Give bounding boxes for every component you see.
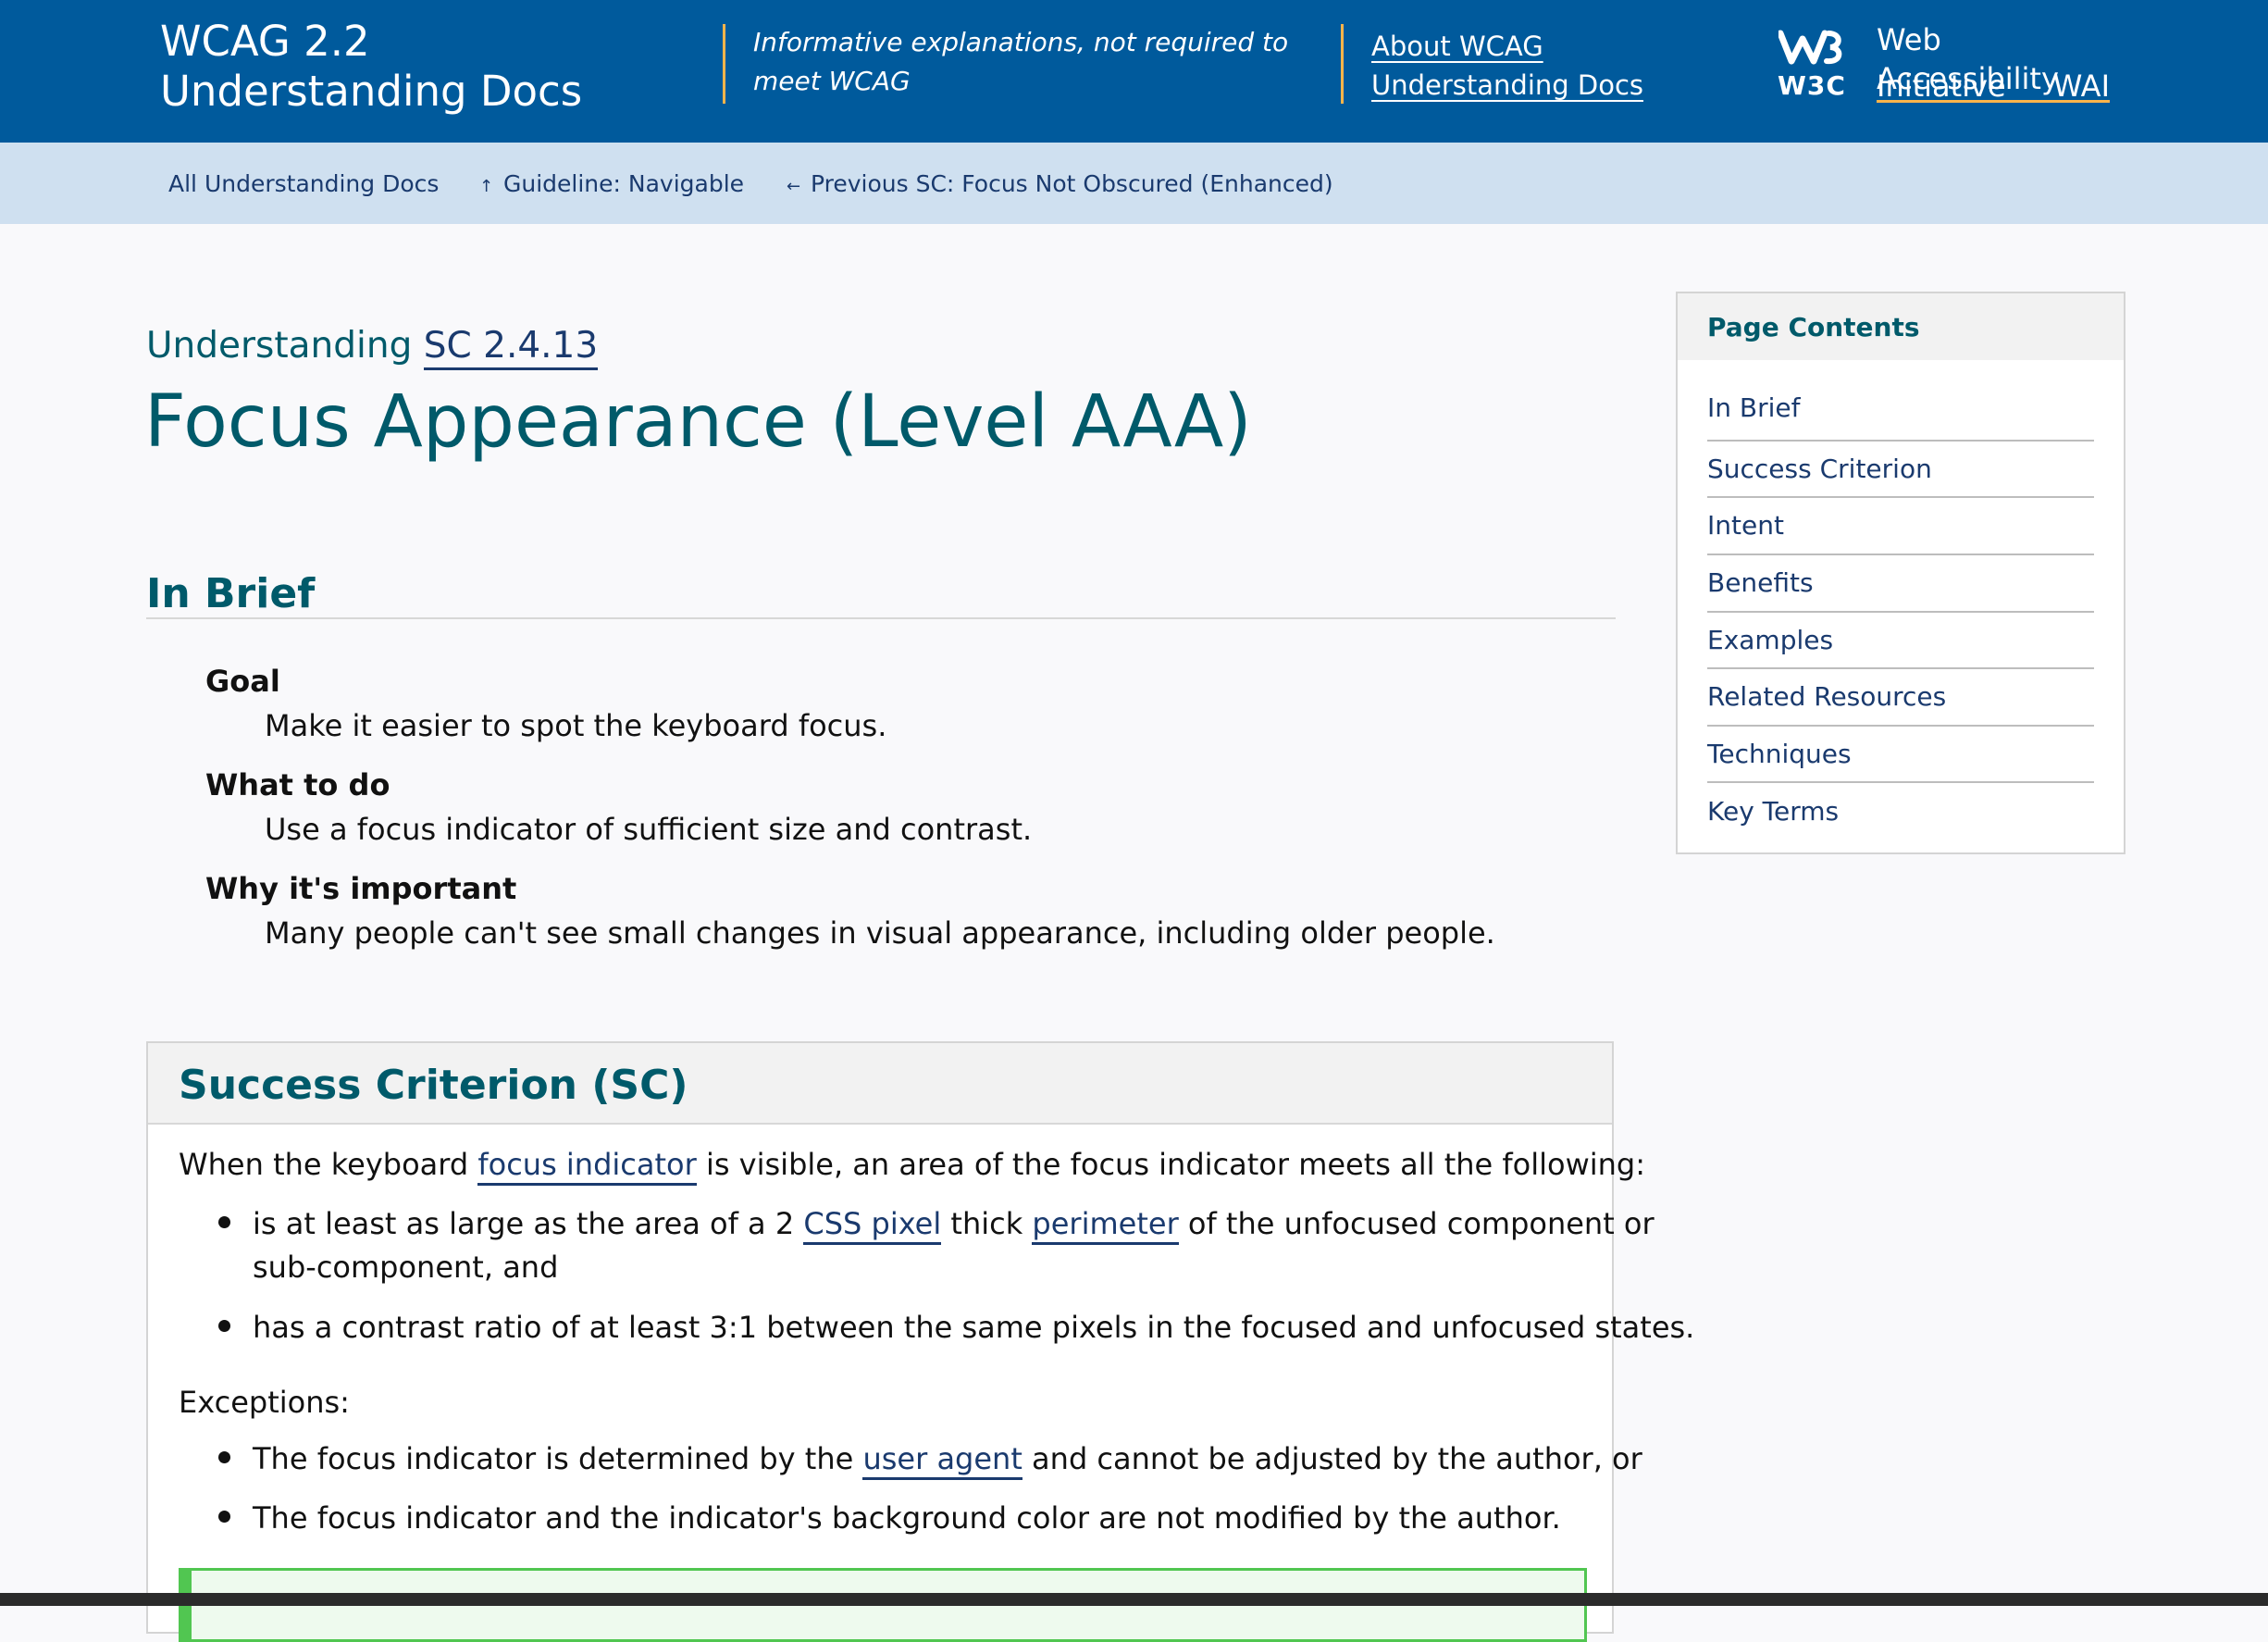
exception-1: The focus indicator is determined by the… (253, 1437, 1642, 1481)
toc-item-key-terms[interactable]: Key Terms (1707, 793, 2094, 849)
breadcrumb-previous-sc[interactable]: ← Previous SC: Focus Not Obscured (Enhanc… (787, 168, 1333, 203)
exception-text: The focus indicator is determined by the (253, 1441, 863, 1476)
w3c-label: W3C (1778, 70, 1846, 101)
site-header: WCAG 2.2 Understanding Docs Informative … (0, 0, 2268, 143)
breadcrumb-label: All Understanding Docs (168, 170, 440, 197)
bullet-icon (218, 1320, 230, 1332)
wai-subtitle[interactable]: Initiative WAI (1877, 67, 2110, 106)
exception-2: The focus indicator and the indicator's … (253, 1500, 1561, 1536)
breadcrumb-all-docs[interactable]: All Understanding Docs (168, 168, 439, 200)
understanding-prefix: Understanding (146, 325, 413, 367)
bullet-icon (218, 1216, 230, 1228)
toc-item-examples[interactable]: Examples (1707, 622, 2094, 678)
sc-bullet-1: is at least as large as the area of a 2 … (253, 1201, 1655, 1246)
header-tagline: Informative explanations, not required t… (753, 27, 1289, 96)
page-contents-sidebar: Page Contents In Brief Success Criterion… (1676, 292, 2125, 854)
perimeter-link[interactable]: perimeter (1032, 1206, 1179, 1245)
header-divider (1341, 24, 1344, 104)
brief-def-goal: Make it easier to spot the keyboard focu… (265, 708, 887, 743)
in-brief-heading: In Brief (146, 570, 316, 617)
sc-panel-header: Success Criterion (SC) (148, 1043, 1612, 1125)
brief-def-what: Use a focus indicator of sufficient size… (265, 812, 1033, 847)
toc-divider (1707, 725, 2094, 727)
header-divider (723, 24, 725, 104)
sc-bullet-1-cont: sub-component, and (253, 1250, 559, 1285)
toc-divider (1707, 496, 2094, 498)
toc-divider (1707, 667, 2094, 669)
arrow-up-icon: ↑ (479, 177, 494, 196)
brief-term-what: What to do (205, 767, 390, 802)
breadcrumb-guideline[interactable]: ↑ Guideline: Navigable (479, 168, 744, 203)
bullet-icon (218, 1511, 230, 1523)
sc-bullet-2: has a contrast ratio of at least 3:1 bet… (253, 1310, 1695, 1345)
brief-term-why: Why it's important (205, 871, 517, 906)
success-criterion-panel: Success Criterion (SC) When the keyboard… (146, 1041, 1694, 1642)
toc-item-techniques[interactable]: Techniques (1707, 736, 2094, 791)
toc-divider (1707, 554, 2094, 555)
sc-intro-text: is visible, an area of the focus indicat… (696, 1147, 1646, 1182)
wai-initiative-label: Initiative (1877, 68, 2006, 104)
breadcrumb-label: Previous SC: Focus Not Obscured (Enhance… (811, 170, 1333, 197)
exception-text: and cannot be adjusted by the author, or (1022, 1441, 1642, 1476)
breadcrumb: All Understanding Docs ↑ Guideline: Navig… (0, 143, 2268, 224)
sc-heading: Success Criterion (SC) (179, 1062, 688, 1109)
sc-intro: When the keyboard focus indicator is vis… (179, 1142, 1645, 1187)
sc-number-link[interactable]: SC 2.4.13 (423, 325, 599, 370)
breadcrumb-label: Guideline: Navigable (503, 170, 745, 197)
sc-bullet-text: is at least as large as the area of a 2 (253, 1206, 804, 1241)
sc-bullet-text: of the unfocused component or (1178, 1206, 1655, 1241)
page-subtitle: Understanding SC 2.4.13 (146, 322, 599, 370)
toc-header: Page Contents (1678, 293, 2124, 360)
toc-divider (1707, 440, 2094, 442)
brief-term-goal: Goal (205, 664, 280, 699)
css-pixel-link[interactable]: CSS pixel (803, 1206, 942, 1245)
about-understanding-link[interactable]: About WCAG Understanding Docs (1371, 27, 1723, 105)
toc-divider (1707, 611, 2094, 613)
toc-divider (1707, 781, 2094, 783)
sc-bullet-text: thick (941, 1206, 1033, 1241)
heading-divider (146, 617, 1616, 619)
exceptions-label: Exceptions: (179, 1385, 350, 1420)
window-bottom-edge (0, 1593, 2268, 1606)
focus-indicator-link[interactable]: focus indicator (477, 1147, 697, 1186)
user-agent-link[interactable]: user agent (862, 1441, 1022, 1480)
arrow-left-icon: ← (787, 177, 801, 196)
toc-title: Page Contents (1707, 312, 1920, 342)
sc-intro-text: When the keyboard (179, 1147, 478, 1182)
brief-def-why: Many people can't see small changes in v… (265, 915, 1495, 951)
bullet-icon (218, 1451, 230, 1463)
about-link-label: About WCAG Understanding Docs (1371, 31, 1644, 101)
toc-item-in-brief[interactable]: In Brief (1707, 390, 2094, 445)
wai-abbr-label: WAI (2052, 68, 2110, 104)
site-title[interactable]: WCAG 2.2 Understanding Docs (160, 17, 678, 117)
toc-item-success-criterion[interactable]: Success Criterion (1707, 451, 2094, 506)
page-title: Focus Appearance (Level AAA) (144, 380, 1252, 464)
